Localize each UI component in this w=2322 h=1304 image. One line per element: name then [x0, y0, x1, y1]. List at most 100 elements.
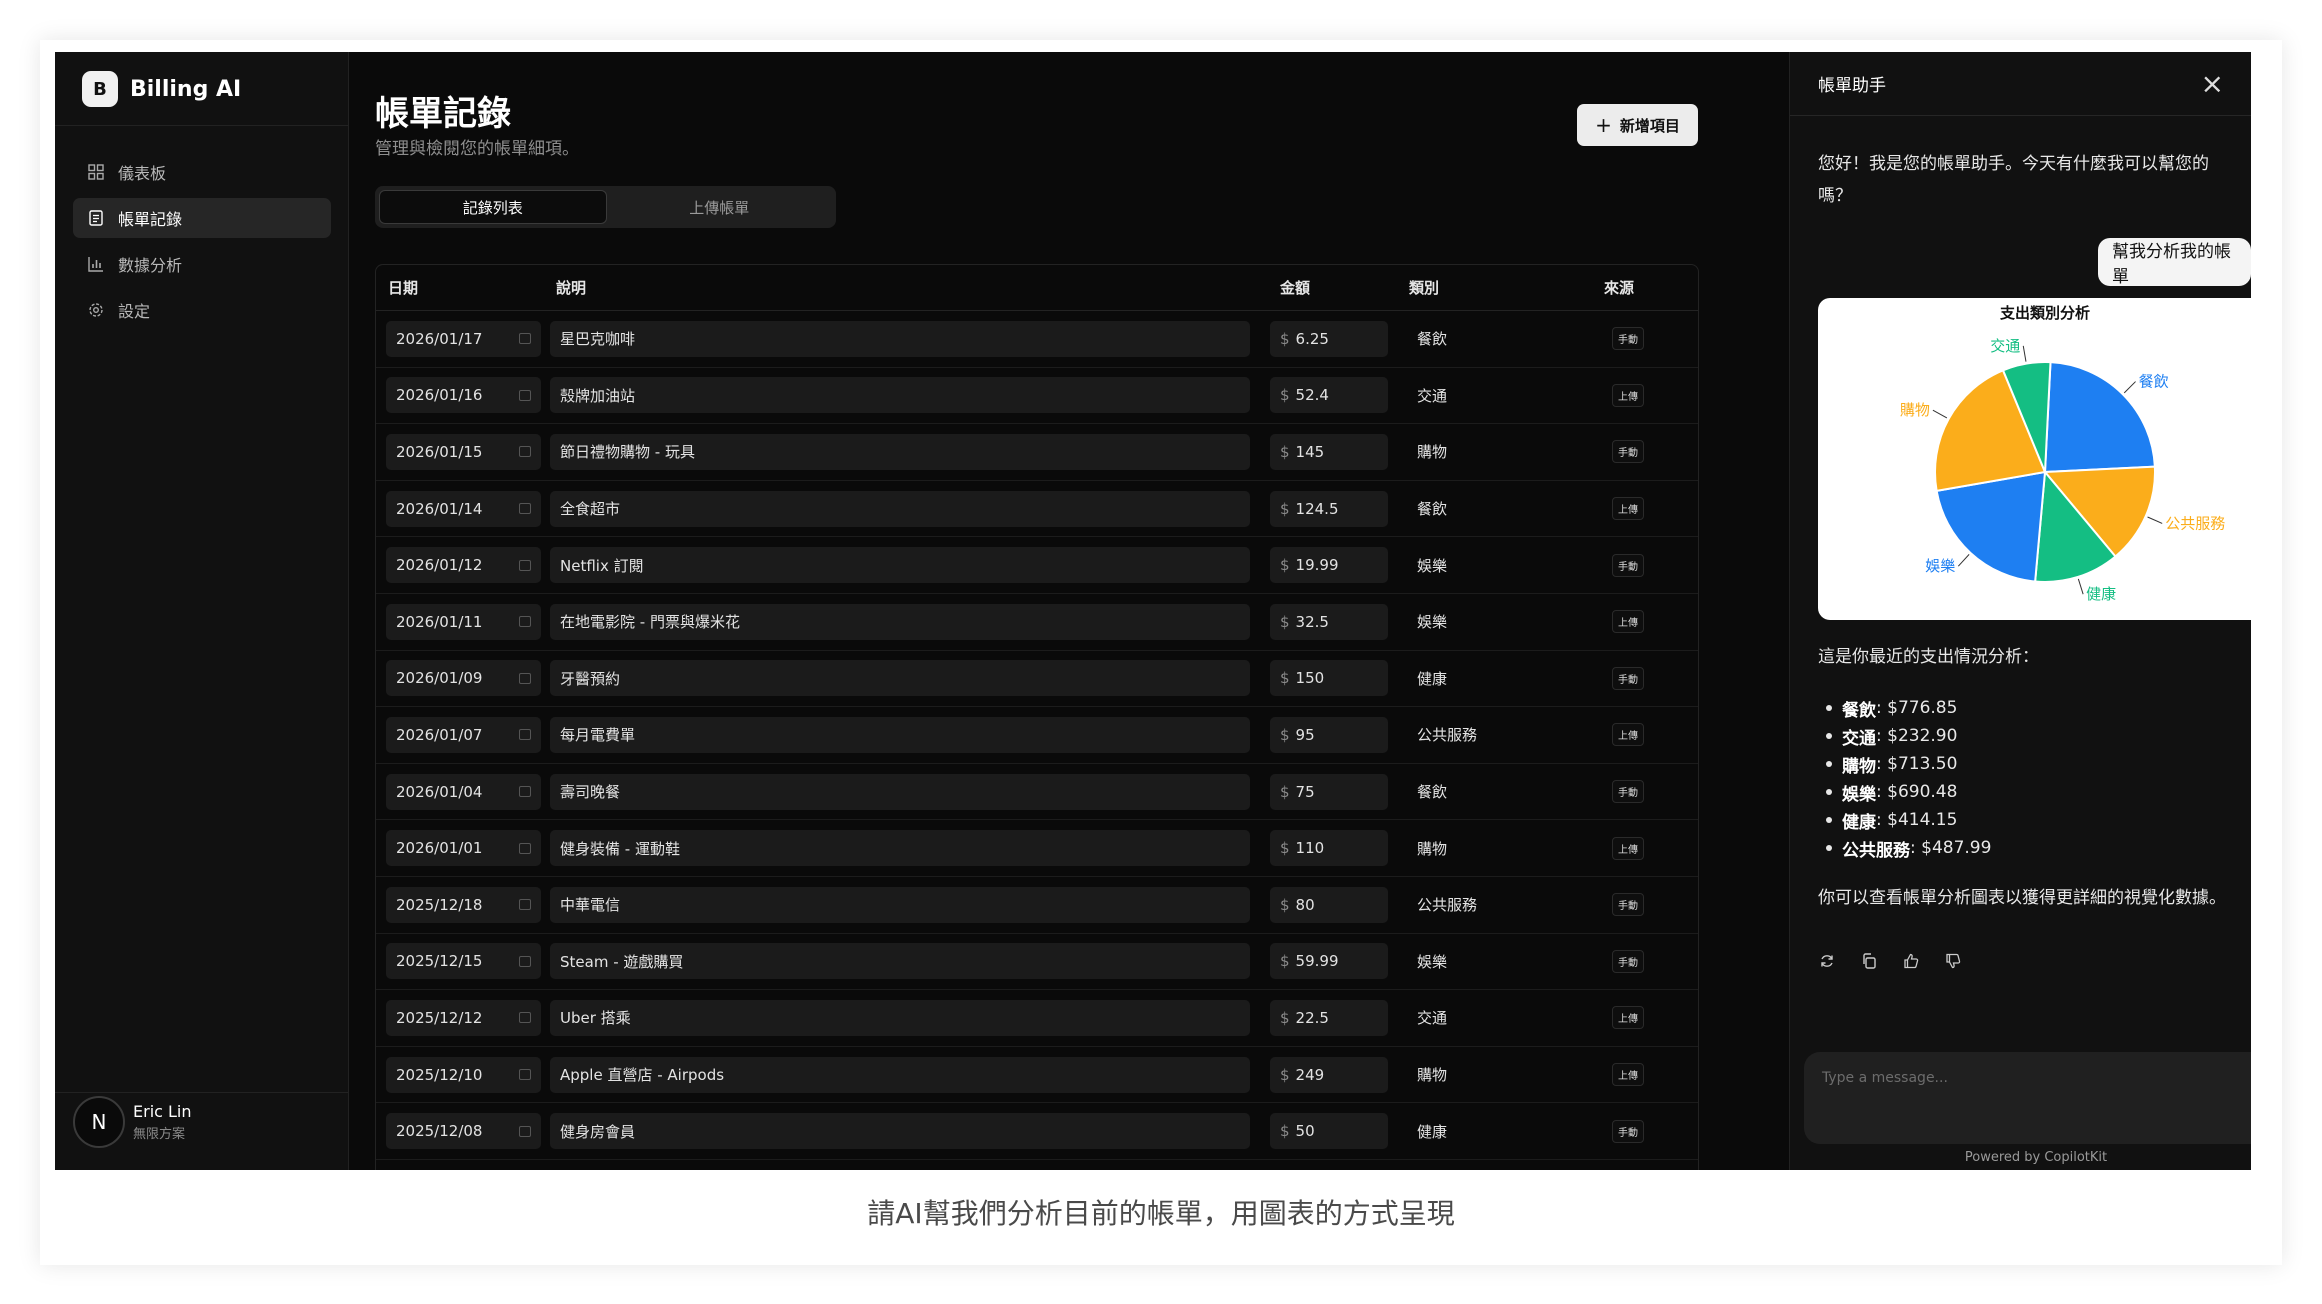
description-input[interactable]: 壽司晚餐 — [550, 773, 1250, 810]
source-cell: 上傳 — [1576, 383, 1696, 407]
date-input[interactable]: 2026/01/15 — [386, 433, 541, 470]
description-input[interactable]: 星巴克咖啡 — [550, 320, 1250, 357]
category-select[interactable]: 交通 — [1409, 1009, 1447, 1027]
amount-input[interactable]: $22.5 — [1270, 999, 1388, 1036]
message-input[interactable]: Type a message... — [1804, 1052, 2251, 1144]
calendar-icon[interactable] — [519, 503, 531, 515]
date-input[interactable]: 2026/01/09 — [386, 660, 541, 697]
column-header-description[interactable]: 說明 — [546, 277, 1266, 298]
date-input[interactable]: 2026/01/16 — [386, 377, 541, 414]
calendar-icon[interactable] — [519, 1125, 531, 1137]
calendar-icon[interactable] — [519, 842, 531, 854]
description-input[interactable]: 殼牌加油站 — [550, 377, 1250, 414]
amount-input[interactable]: $52.4 — [1270, 377, 1388, 414]
description-input[interactable]: Apple 直營店 - Airpods — [550, 1056, 1250, 1093]
user-profile[interactable]: N Eric Lin 無限方案 — [73, 1096, 192, 1148]
amount-input[interactable]: $32.5 — [1270, 603, 1388, 640]
description-input[interactable]: 在地電影院 - 門票與爆米花 — [550, 603, 1250, 640]
sidebar-item-settings[interactable]: 設定 — [73, 290, 331, 330]
date-input[interactable]: 2026/01/01 — [386, 830, 541, 867]
add-item-button[interactable]: + 新增項目 — [1577, 104, 1698, 146]
date-input[interactable]: 2026/01/04 — [386, 773, 541, 810]
tab-upload-bill[interactable]: 上傳帳單 — [607, 190, 833, 224]
column-header-source[interactable]: 來源 — [1576, 277, 1696, 298]
category-select[interactable]: 娛樂 — [1409, 557, 1447, 575]
billing-table: 日期 說明 金額 類別 來源 2026/01/17 星巴克咖啡 $6.25 餐飲 手動 2… — [375, 264, 1699, 1170]
calendar-icon[interactable] — [519, 1012, 531, 1024]
amount-input[interactable]: $19.99 — [1270, 547, 1388, 584]
calendar-icon[interactable] — [519, 333, 531, 345]
amount-input[interactable]: $249 — [1270, 1056, 1388, 1093]
copy-icon[interactable] — [1860, 952, 1878, 970]
category-select[interactable]: 公共服務 — [1409, 896, 1477, 914]
amount-input[interactable]: $80 — [1270, 886, 1388, 923]
description-input[interactable]: 牙醫預約 — [550, 660, 1250, 697]
amount-input[interactable]: $50 — [1270, 1113, 1388, 1150]
tab-records-list[interactable]: 記錄列表 — [379, 190, 607, 224]
calendar-icon[interactable] — [519, 672, 531, 684]
regenerate-icon[interactable] — [1818, 952, 1836, 970]
category-select[interactable]: 購物 — [1409, 443, 1447, 461]
category-select[interactable]: 健康 — [1409, 670, 1447, 688]
description-input[interactable]: Steam - 遊戲購買 — [550, 943, 1250, 980]
description-input[interactable]: 全食超市 — [550, 490, 1250, 527]
category-select[interactable]: 娛樂 — [1409, 613, 1447, 631]
amount-input[interactable]: $95 — [1270, 716, 1388, 753]
description-input[interactable]: Netflix 訂閱 — [550, 547, 1250, 584]
amount-input[interactable]: $75 — [1270, 773, 1388, 810]
description-input[interactable]: 健身裝備 - 運動鞋 — [550, 830, 1250, 867]
category-select[interactable]: 健康 — [1409, 1123, 1447, 1141]
date-input[interactable]: 2026/01/12 — [386, 547, 541, 584]
brand[interactable]: B Billing AI — [82, 71, 241, 107]
category-select[interactable]: 購物 — [1409, 1066, 1447, 1084]
calendar-icon[interactable] — [519, 955, 531, 967]
description-input[interactable]: 節日禮物購物 - 玩具 — [550, 433, 1250, 470]
date-input[interactable]: 2025/12/15 — [386, 943, 541, 980]
calendar-icon[interactable] — [519, 786, 531, 798]
column-header-amount[interactable]: 金額 — [1266, 277, 1403, 298]
calendar-icon[interactable] — [519, 389, 531, 401]
date-input[interactable]: 2025/12/12 — [386, 999, 541, 1036]
calendar-icon[interactable] — [519, 446, 531, 458]
description-input[interactable]: Uber 搭乘 — [550, 999, 1250, 1036]
calendar-icon[interactable] — [519, 1069, 531, 1081]
amount-input[interactable]: $6.25 — [1270, 320, 1388, 357]
date-cell: 2026/01/04 — [376, 773, 546, 810]
category-cell: 購物 — [1403, 838, 1576, 859]
sidebar-item-dashboard[interactable]: 儀表板 — [73, 152, 331, 192]
description-input[interactable]: 中華電信 — [550, 886, 1250, 923]
close-icon[interactable]: × — [2201, 69, 2224, 98]
date-input[interactable]: 2026/01/17 — [386, 320, 541, 357]
category-select[interactable]: 交通 — [1409, 387, 1447, 405]
calendar-icon[interactable] — [519, 729, 531, 741]
amount-input[interactable]: $124.5 — [1270, 490, 1388, 527]
category-select[interactable]: 娛樂 — [1409, 953, 1447, 971]
date-input[interactable]: 2025/12/10 — [386, 1056, 541, 1093]
sidebar-item-billing[interactable]: 帳單記錄 — [73, 198, 331, 238]
amount-input[interactable]: $145 — [1270, 433, 1388, 470]
date-input[interactable]: 2026/01/14 — [386, 490, 541, 527]
column-header-category[interactable]: 類別 — [1403, 277, 1576, 298]
calendar-icon[interactable] — [519, 899, 531, 911]
category-select[interactable]: 餐飲 — [1409, 330, 1447, 348]
amount-input[interactable]: $59.99 — [1270, 943, 1388, 980]
thumbs-down-icon[interactable] — [1944, 952, 1962, 970]
column-header-date[interactable]: 日期 — [376, 277, 546, 298]
calendar-icon[interactable] — [519, 559, 531, 571]
category-select[interactable]: 餐飲 — [1409, 500, 1447, 518]
date-value: 2026/01/07 — [396, 725, 483, 744]
amount-input[interactable]: $110 — [1270, 830, 1388, 867]
calendar-icon[interactable] — [519, 616, 531, 628]
amount-input[interactable]: $150 — [1270, 660, 1388, 697]
sidebar-item-analytics[interactable]: 數據分析 — [73, 244, 331, 284]
thumbs-up-icon[interactable] — [1902, 952, 1920, 970]
description-input[interactable]: 健身房會員 — [550, 1113, 1250, 1150]
date-input[interactable]: 2025/12/18 — [386, 886, 541, 923]
category-select[interactable]: 餐飲 — [1409, 783, 1447, 801]
date-input[interactable]: 2026/01/11 — [386, 603, 541, 640]
date-input[interactable]: 2025/12/08 — [386, 1113, 541, 1150]
category-select[interactable]: 公共服務 — [1409, 726, 1477, 744]
category-select[interactable]: 購物 — [1409, 840, 1447, 858]
description-input[interactable]: 每月電費單 — [550, 716, 1250, 753]
date-input[interactable]: 2026/01/07 — [386, 716, 541, 753]
